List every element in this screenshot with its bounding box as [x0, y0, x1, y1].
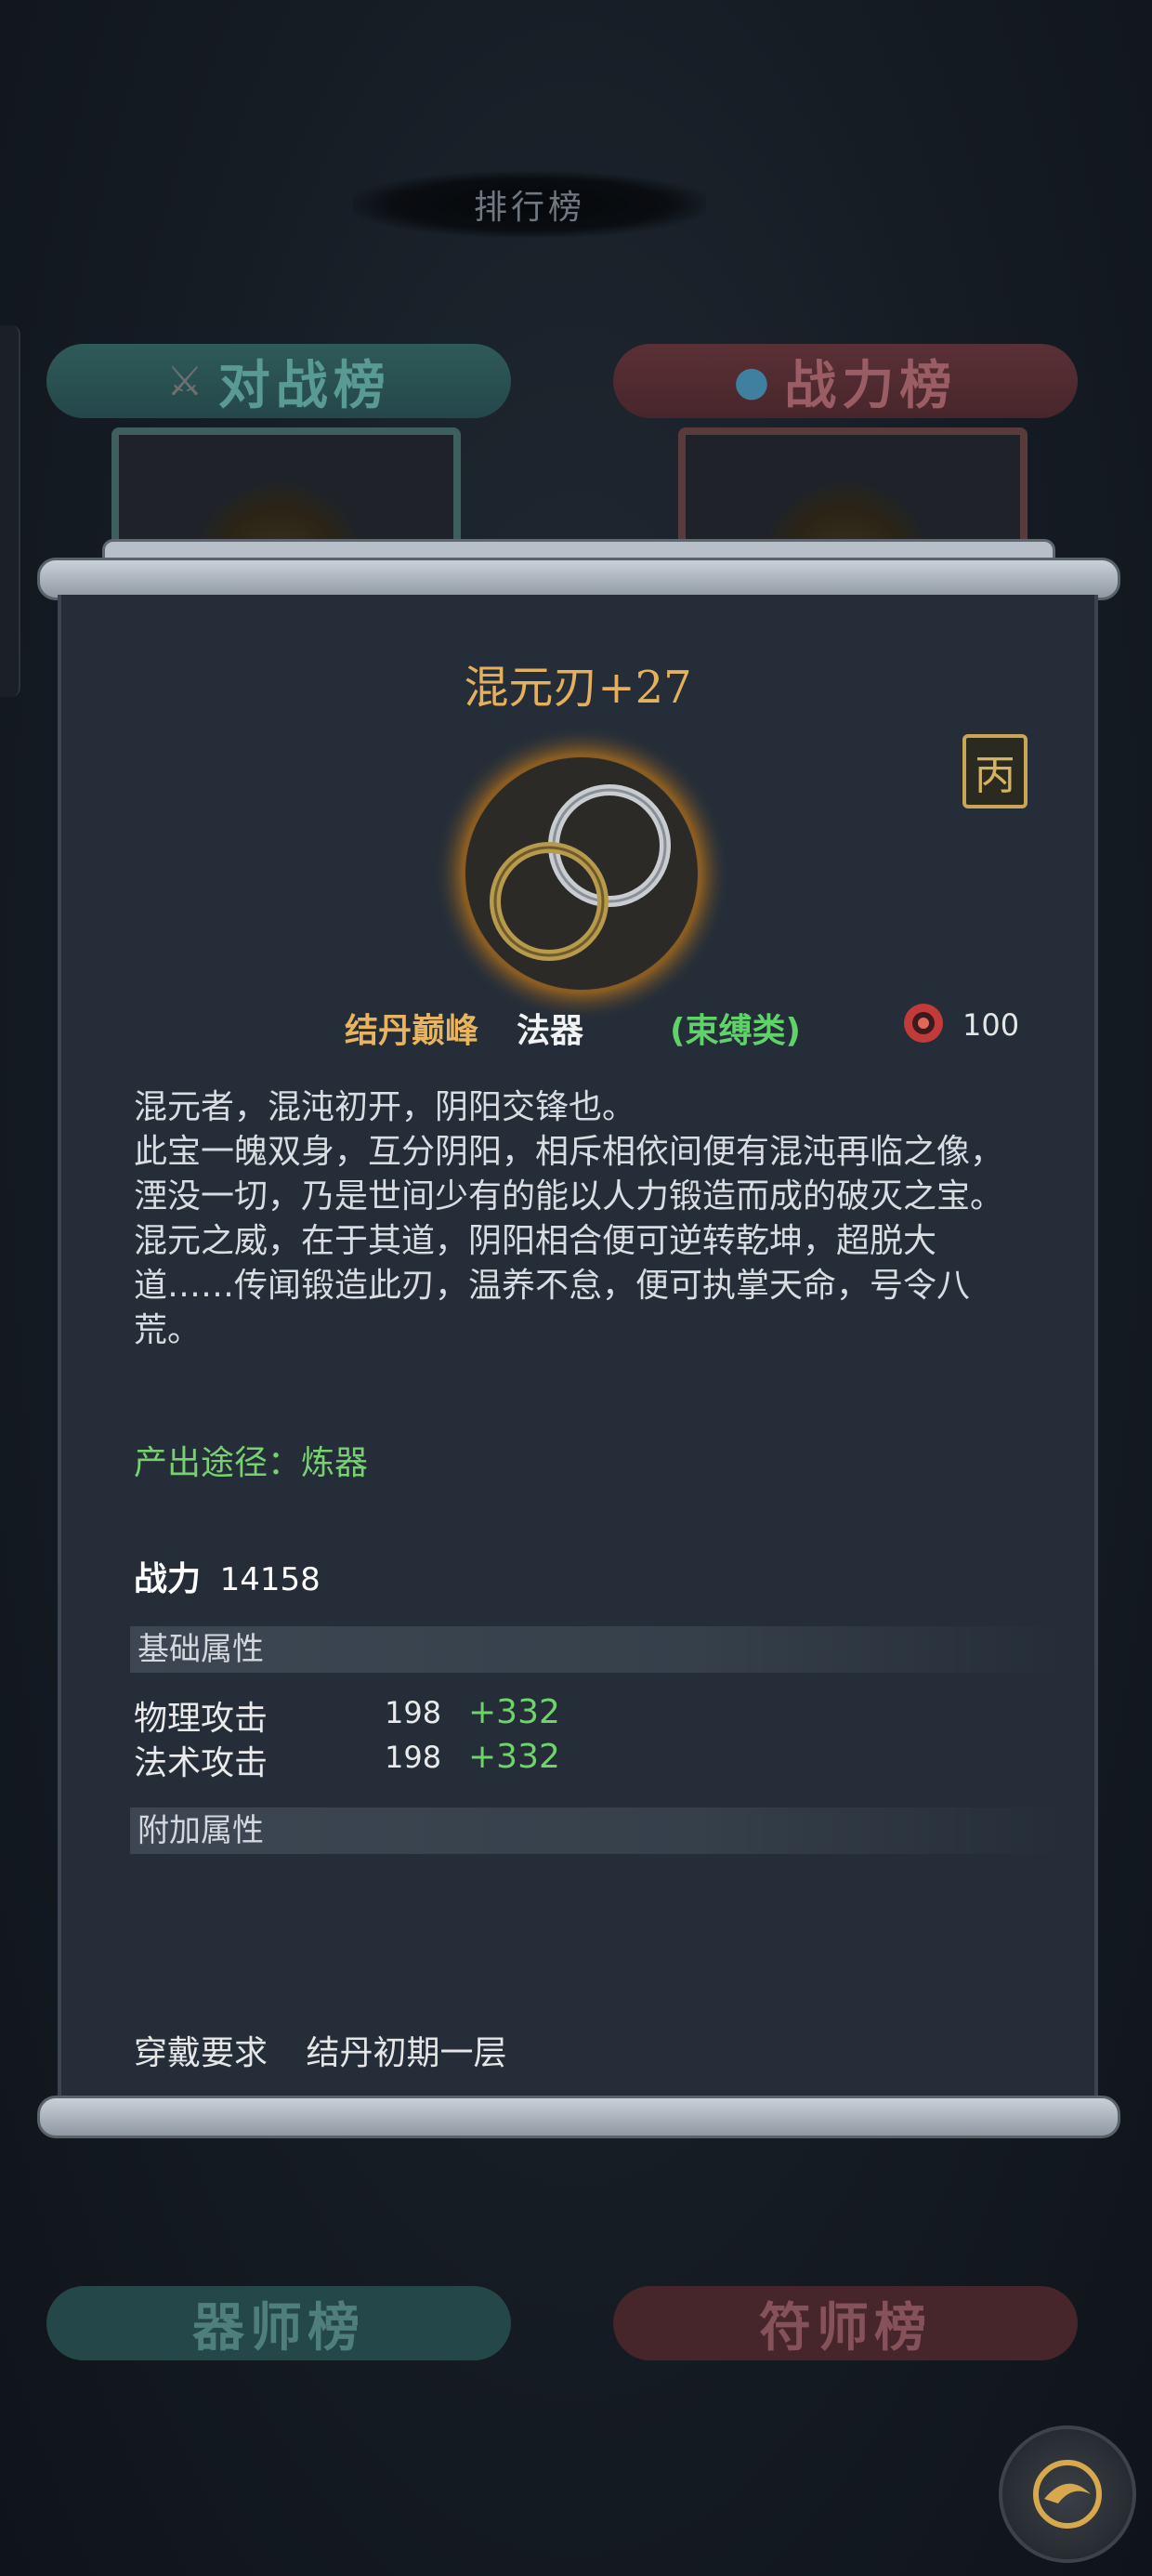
battle-rank-label: 对战榜 [217, 355, 391, 416]
scroll-bottom-rod [37, 2096, 1120, 2138]
item-name: 混元刃+27 [464, 662, 692, 714]
stat-name: 法术攻击 [134, 1744, 268, 1782]
talisman-rank-banner: 符师榜 [613, 2286, 1078, 2360]
item-category: (束缚类) [670, 1012, 801, 1050]
stat-name: 物理攻击 [134, 1700, 268, 1738]
stat-row-physical: 物理攻击 198 +332 [134, 1691, 970, 1738]
spirit-power-icon [904, 1004, 943, 1043]
item-grade-line: 结丹巅峰 法器 (束缚类) 100 [61, 1004, 1094, 1059]
flame-icon: ● [733, 357, 776, 405]
return-button[interactable] [999, 2425, 1136, 2563]
stat-base: 198 [385, 1695, 442, 1730]
artificer-rank-banner: 器师榜 [46, 2286, 511, 2360]
combat-power: 战力 14158 [134, 1552, 321, 1600]
requirement-value: 结丹初期一层 [306, 2034, 507, 2072]
artificer-rank-card[interactable]: 器师榜 [28, 2267, 530, 2398]
item-seal-badge: 丙 [962, 734, 1028, 808]
requirement-label: 穿戴要求 [134, 2034, 268, 2072]
combat-power-value: 14158 [219, 1561, 321, 1598]
power-rank-banner: ● 战力榜 [613, 344, 1078, 418]
battle-rank-banner: ⚔ 对战榜 [46, 344, 511, 418]
description-paragraph: 混元者，混沌初开，阴阳交锋也。 [134, 1088, 636, 1126]
combat-power-label: 战力 [134, 1560, 202, 1598]
description-paragraph: 此宝一魄双身，互分阴阳，相斥相依间便有混沌再临之像，湮没一切，乃是世间少有的能以… [134, 1133, 1004, 1216]
equip-requirement: 穿戴要求 结丹初期一层 [134, 2026, 506, 2074]
twin-rings-icon [433, 725, 730, 1022]
item-detail-panel: 混元刃+27 丙 结丹巅峰 法器 (束缚类) 100 混元者，混沌初开，阴阳交锋… [58, 595, 1098, 2100]
talisman-rank-card[interactable]: 符师榜 [595, 2267, 1096, 2398]
description-paragraph: 混元之威，在于其道，阴阳相合便可逆转乾坤，超脱大道……传闻锻造此刃，温养不怠，便… [134, 1222, 971, 1349]
base-attributes-header: 基础属性 [130, 1626, 1067, 1673]
item-seal-char: 丙 [975, 752, 1015, 799]
item-source: 产出途径：炼器 [134, 1444, 369, 1482]
stat-base: 198 [385, 1740, 442, 1775]
stat-row-magic: 法术攻击 198 +332 [134, 1736, 970, 1782]
swirl-icon [1033, 2460, 1102, 2529]
ranking-title-text: 排行榜 [473, 189, 585, 227]
stat-bonus: +332 [468, 1738, 560, 1776]
artificer-rank-label: 器师榜 [192, 2297, 365, 2359]
crossed-swords-icon: ⚔ [166, 357, 209, 405]
ranking-title: 排行榜 [353, 172, 706, 237]
item-description: 混元者，混沌初开，阴阳交锋也。 此宝一魄双身，互分阴阳，相斥相依间便有混沌再临之… [134, 1085, 1035, 1353]
talisman-rank-label: 符师榜 [759, 2297, 932, 2359]
power-rank-label: 战力榜 [784, 355, 958, 416]
item-type: 法器 [517, 1012, 584, 1050]
stat-bonus: +332 [468, 1693, 560, 1731]
extra-attributes-header: 附加属性 [130, 1807, 1067, 1854]
side-tab[interactable] [0, 325, 20, 697]
spirit-power-value: 100 [962, 1007, 1020, 1043]
item-grade: 结丹巅峰 [345, 1012, 479, 1050]
